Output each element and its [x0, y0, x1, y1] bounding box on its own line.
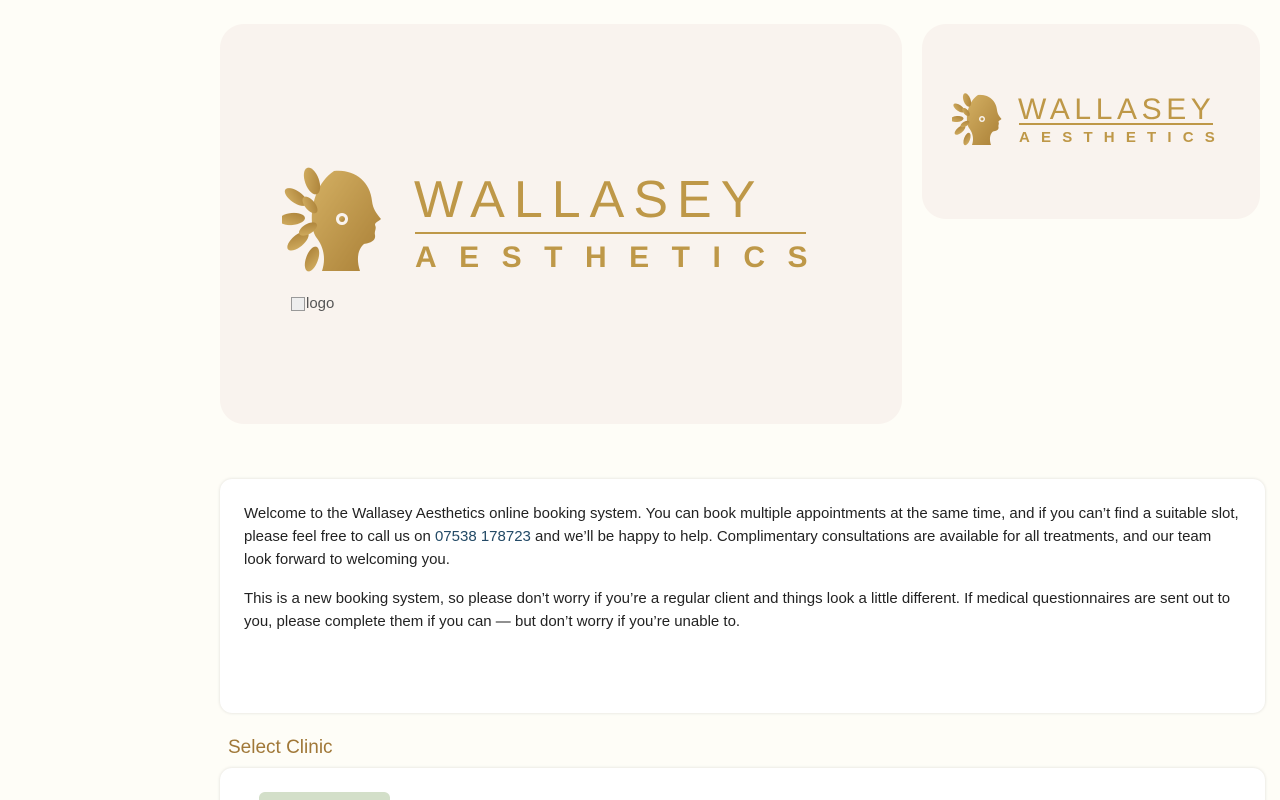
leaf-face-emblem-icon — [952, 93, 1002, 146]
brand-name-bottom: AESTHETICS — [415, 241, 831, 274]
broken-image-icon — [291, 296, 305, 311]
booking-page: WALLASEY AESTHETICS logo WALLASEY AESTHE… — [0, 0, 1280, 800]
broken-image-alt-text: logo — [306, 295, 335, 312]
welcome-paragraph: Welcome to the Wallasey Aesthetics onlin… — [244, 502, 1241, 571]
broken-logo-image: logo — [291, 295, 334, 312]
brand-name-top: WALLASEY — [414, 171, 765, 229]
brand-divider — [415, 232, 806, 234]
leaf-face-emblem-icon — [282, 167, 381, 272]
clinic-list-card — [220, 768, 1265, 800]
hero-logo-card: WALLASEY AESTHETICS logo — [220, 24, 902, 424]
brand-name-top: WALLASEY — [1018, 93, 1216, 126]
phone-link[interactable]: 07538 178723 — [435, 528, 531, 545]
side-logo-card: WALLASEY AESTHETICS — [922, 24, 1260, 219]
brand-name-bottom: AESTHETICS — [1019, 129, 1227, 146]
brand-divider — [1019, 123, 1213, 125]
select-clinic-title: Select Clinic — [228, 737, 333, 758]
new-system-paragraph: This is a new booking system, so please … — [244, 590, 1231, 630]
clinic-option[interactable] — [259, 792, 390, 800]
welcome-card: Welcome to the Wallasey Aesthetics onlin… — [220, 479, 1265, 713]
